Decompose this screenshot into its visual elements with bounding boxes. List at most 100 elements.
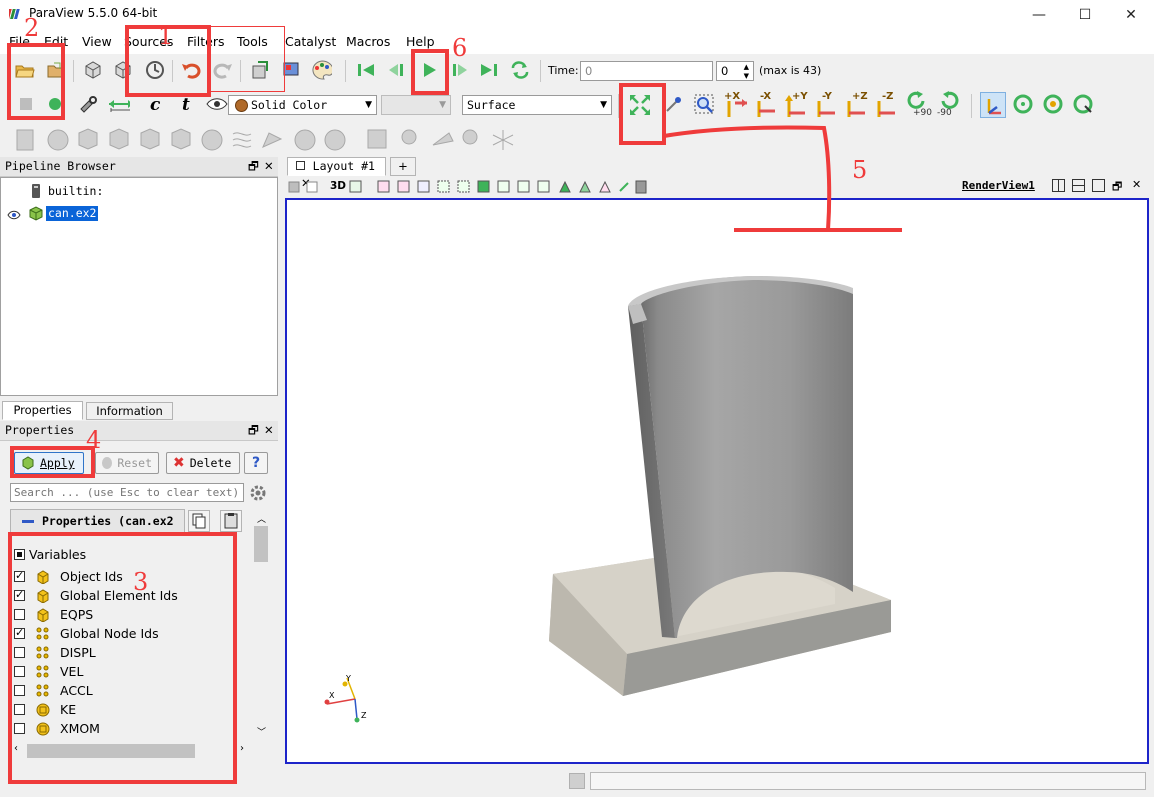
menu-catalyst[interactable]: Catalyst	[285, 34, 336, 49]
advanced-settings-gear-icon[interactable]	[248, 483, 268, 503]
paste-properties-icon[interactable]	[220, 510, 242, 532]
progress-abort-icon[interactable]	[569, 773, 585, 789]
view-minus-x-button[interactable]: -X	[751, 91, 781, 119]
view-minus-y-button[interactable]: -Y	[811, 91, 841, 119]
delete-label: Delete	[189, 456, 232, 470]
scroll-right-icon[interactable]: ›	[240, 743, 244, 754]
representation-combo[interactable]: Surface ▼	[462, 95, 612, 115]
timestep-spinbox[interactable]: 0 ▲ ▼	[716, 61, 754, 81]
show-center-axes-icon[interactable]	[1011, 93, 1033, 115]
close-view-icon[interactable]: ✕	[1132, 178, 1141, 191]
color-by-combo[interactable]: Solid Color ▼	[228, 95, 377, 115]
panel-close-icon[interactable]: ✕	[264, 421, 274, 440]
reset-center-axes-icon[interactable]	[1041, 93, 1063, 115]
collapse-icon	[22, 520, 34, 523]
custom-c-button[interactable]: c	[150, 95, 160, 115]
properties-section-header[interactable]: Properties (can.ex2	[10, 509, 185, 533]
orientation-axes-widget	[324, 677, 360, 723]
add-layout-tab-button[interactable]: +	[390, 157, 416, 176]
pick-center-icon[interactable]	[78, 93, 100, 115]
split-vertical-icon[interactable]	[1072, 179, 1085, 192]
scrollbar-thumb[interactable]	[254, 526, 268, 562]
last-frame-icon[interactable]	[478, 59, 500, 81]
annotation-box-5	[619, 83, 666, 145]
spin-arrows-icon[interactable]: ▲ ▼	[744, 63, 749, 81]
previous-frame-icon[interactable]	[385, 59, 407, 81]
annotation-number-6: 6	[452, 34, 468, 62]
pipeline-item-can-ex2[interactable]: can.ex2	[46, 206, 99, 221]
undock-icon[interactable]: 🗗	[248, 421, 259, 440]
annotation-number-2: 2	[24, 14, 40, 42]
rotate-plus-90-button[interactable]: +90	[903, 91, 933, 119]
properties-section-title: Properties (can.ex2	[42, 514, 174, 528]
view-minus-z-button[interactable]: -Z	[871, 91, 901, 119]
reader-cube-icon	[28, 205, 44, 221]
maximize-button[interactable]: ☐	[1062, 0, 1108, 30]
undock-icon[interactable]: 🗗	[248, 157, 259, 176]
zoom-to-box-icon[interactable]	[693, 93, 715, 115]
delete-button[interactable]: ✖ Delete	[166, 452, 240, 474]
render-view-label: RenderView1	[962, 179, 1035, 192]
render-view[interactable]: Y X Z	[285, 198, 1149, 764]
timestep-value: 0	[721, 64, 729, 78]
copy-properties-icon[interactable]	[188, 510, 210, 532]
reset-label: Reset	[117, 456, 152, 470]
reset-button[interactable]: Reset	[95, 452, 159, 474]
toggle-3d-button[interactable]: 3D	[330, 180, 346, 192]
help-button[interactable]: ?	[244, 452, 268, 474]
loop-icon[interactable]	[509, 59, 531, 81]
layout-tab-label: Layout #1	[312, 159, 375, 173]
undock-view-icon[interactable]: 🗗	[1112, 178, 1122, 197]
scroll-up-icon[interactable]: ︿	[257, 512, 266, 525]
minus-y-label: -Y	[822, 91, 832, 102]
close-button[interactable]: ✕	[1108, 0, 1154, 30]
view-plus-x-button[interactable]: +X	[721, 91, 751, 119]
menu-macros[interactable]: Macros	[346, 34, 390, 49]
custom-t-button[interactable]: t	[182, 95, 190, 115]
pipeline-browser-title: Pipeline Browser	[5, 159, 116, 173]
tab-layout-1[interactable]: Layout #1 ✕	[287, 157, 386, 190]
time-input[interactable]: 0	[580, 61, 713, 81]
view-plus-z-button[interactable]: +Z	[841, 91, 871, 119]
solid-color-icon	[235, 99, 248, 112]
split-horizontal-icon[interactable]	[1052, 179, 1065, 192]
toggle-orientation-axes-icon[interactable]	[980, 92, 1006, 118]
next-frame-icon[interactable]	[449, 59, 471, 81]
tab-information[interactable]: Information	[86, 402, 173, 420]
panel-close-icon[interactable]: ✕	[264, 157, 274, 176]
dropdown-arrow-icon: ▼	[439, 100, 446, 110]
view-plus-y-button[interactable]: +Y	[781, 91, 811, 119]
scroll-down-icon[interactable]: ﹀	[257, 725, 266, 738]
zoom-to-data-icon[interactable]	[663, 93, 685, 115]
tab-properties[interactable]: Properties	[2, 401, 83, 420]
first-frame-icon[interactable]	[355, 59, 377, 81]
rotate-minus-90-button[interactable]: -90	[935, 91, 965, 119]
plus-x-label: +X	[724, 91, 741, 102]
palette-icon[interactable]	[310, 59, 332, 81]
annotation-box-3	[8, 532, 237, 784]
minus-z-label: -Z	[882, 91, 894, 102]
menu-help[interactable]: Help	[406, 34, 435, 49]
annotation-number-5: 5	[852, 156, 868, 184]
annotation-box-4	[10, 446, 95, 478]
layout-icon	[296, 161, 305, 170]
delete-icon: ✖	[173, 455, 185, 471]
can-model-render	[324, 276, 891, 723]
properties-search-input[interactable]	[10, 483, 244, 502]
minus-x-label: -X	[760, 91, 772, 102]
menu-view[interactable]: View	[82, 34, 112, 49]
minimize-button[interactable]: —	[1016, 0, 1062, 30]
properties-header: Properties 🗗 ✕	[0, 421, 278, 441]
pick-center-axes-icon[interactable]	[1071, 93, 1093, 115]
annotation-connector	[663, 125, 902, 232]
save-state-icon[interactable]	[82, 59, 104, 81]
maximize-view-icon[interactable]	[1092, 179, 1105, 192]
plus-z-label: +Z	[852, 91, 868, 102]
rotate-minus-90-label: -90	[937, 108, 952, 118]
annotation-number-3: 3	[133, 568, 149, 596]
component-combo[interactable]: ▼	[381, 95, 451, 115]
properties-scrollbar[interactable]: ︿ ﹀	[253, 509, 269, 743]
pipeline-item-builtin[interactable]: builtin:	[48, 184, 103, 198]
dropdown-arrow-icon: ▼	[600, 100, 607, 110]
visibility-eye-icon[interactable]	[7, 209, 21, 223]
